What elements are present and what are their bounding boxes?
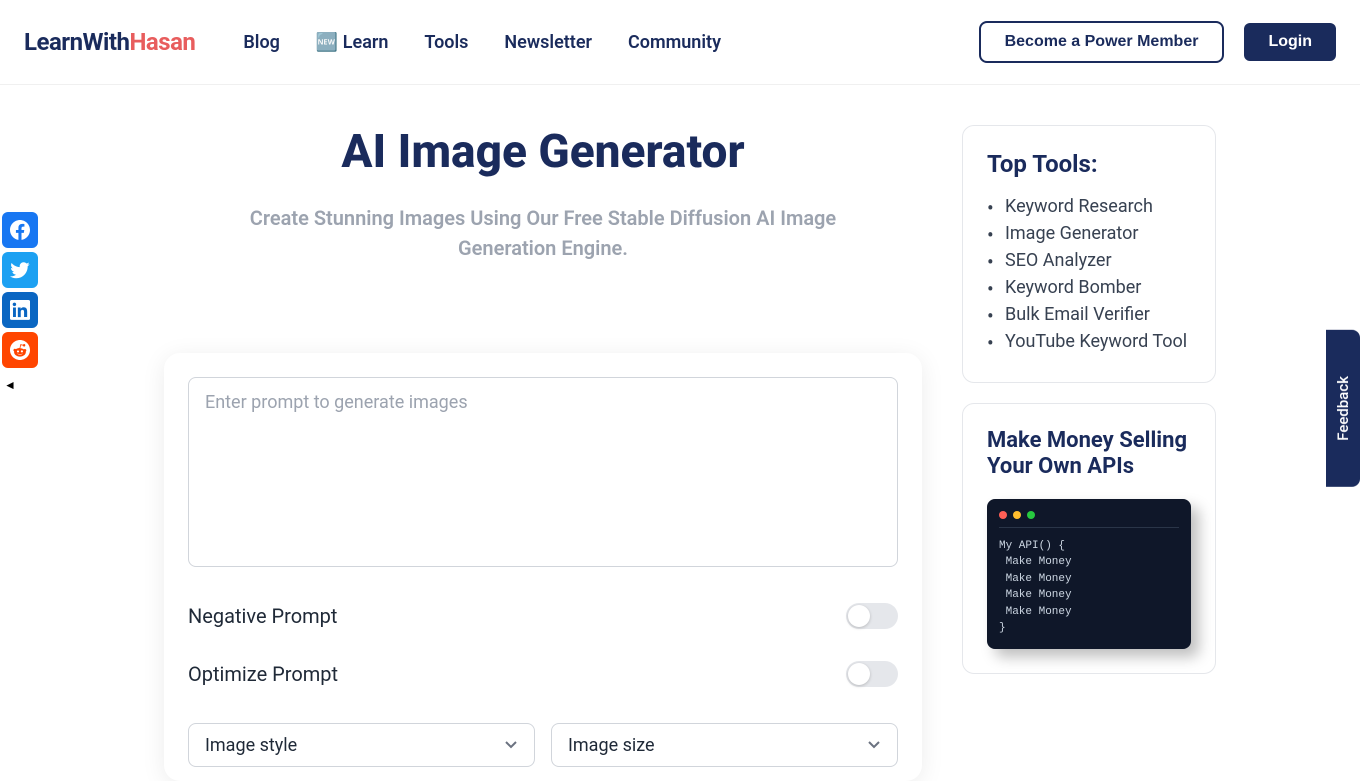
code-text: My API() { Make Money Make Money Make Mo… — [999, 538, 1179, 637]
sidebar: Top Tools: Keyword Research Image Genera… — [962, 125, 1216, 781]
nav-blog[interactable]: Blog — [243, 32, 280, 53]
share-reddit-button[interactable] — [2, 332, 38, 368]
top-tools-title: Top Tools: — [987, 150, 1191, 178]
page-title: AI Image Generator — [164, 125, 922, 179]
promo-title: Make Money Selling Your Own APIs — [987, 428, 1191, 481]
nav-tools[interactable]: Tools — [424, 32, 468, 53]
social-share-bar: ◄ — [2, 212, 38, 392]
tool-list: Keyword Research Image Generator SEO Ana… — [987, 196, 1191, 352]
tool-item-keyword-bomber[interactable]: Keyword Bomber — [1005, 277, 1191, 298]
toggle-knob — [848, 663, 870, 685]
toggle-knob — [848, 605, 870, 627]
negative-prompt-label: Negative Prompt — [188, 604, 337, 628]
tool-item-seo-analyzer[interactable]: SEO Analyzer — [1005, 250, 1191, 271]
share-facebook-button[interactable] — [2, 212, 38, 248]
linkedin-icon — [10, 300, 30, 320]
code-block: My API() { Make Money Make Money Make Mo… — [987, 499, 1191, 649]
login-button[interactable]: Login — [1244, 23, 1336, 61]
nav-community[interactable]: Community — [628, 32, 721, 53]
logo[interactable]: LearnWithHasan — [24, 28, 195, 56]
dot-red-icon — [999, 511, 1007, 519]
become-member-button[interactable]: Become a Power Member — [979, 21, 1225, 63]
logo-part2: Hasan — [129, 28, 195, 56]
page-subtitle: Create Stunning Images Using Our Free St… — [243, 203, 843, 263]
facebook-icon — [10, 220, 30, 240]
image-size-label: Image size — [568, 735, 655, 756]
tool-item-keyword-research[interactable]: Keyword Research — [1005, 196, 1191, 217]
content: AI Image Generator Create Stunning Image… — [0, 85, 1360, 781]
logo-part1: LearnWith — [24, 28, 129, 56]
select-row: Image style Image size — [188, 723, 898, 767]
negative-prompt-row: Negative Prompt — [188, 603, 898, 629]
dot-green-icon — [1027, 511, 1035, 519]
tool-item-youtube-keyword[interactable]: YouTube Keyword Tool — [1005, 331, 1191, 352]
share-linkedin-button[interactable] — [2, 292, 38, 328]
window-dots — [999, 511, 1179, 528]
dot-yellow-icon — [1013, 511, 1021, 519]
top-tools-card: Top Tools: Keyword Research Image Genera… — [962, 125, 1216, 383]
header-actions: Become a Power Member Login — [979, 21, 1336, 63]
prompt-input[interactable] — [188, 377, 898, 567]
promo-card[interactable]: Make Money Selling Your Own APIs My API(… — [962, 403, 1216, 674]
generator-card: Negative Prompt Optimize Prompt Image st… — [164, 353, 922, 781]
tool-item-bulk-email[interactable]: Bulk Email Verifier — [1005, 304, 1191, 325]
image-style-label: Image style — [205, 735, 297, 756]
image-style-select[interactable]: Image style — [188, 723, 535, 767]
main-nav: Blog 🆕 Learn Tools Newsletter Community — [243, 32, 721, 53]
chevron-down-icon — [504, 741, 518, 749]
hide-share-bar[interactable]: ◄ — [2, 378, 38, 392]
feedback-tab[interactable]: Feedback — [1326, 330, 1360, 487]
negative-prompt-toggle[interactable] — [846, 603, 898, 629]
optimize-prompt-row: Optimize Prompt — [188, 661, 898, 687]
image-size-select[interactable]: Image size — [551, 723, 898, 767]
nav-learn[interactable]: 🆕 Learn — [316, 32, 389, 53]
main: AI Image Generator Create Stunning Image… — [164, 125, 922, 781]
header: LearnWithHasan Blog 🆕 Learn Tools Newsle… — [0, 0, 1360, 85]
share-twitter-button[interactable] — [2, 252, 38, 288]
nav-newsletter[interactable]: Newsletter — [504, 32, 592, 53]
optimize-prompt-toggle[interactable] — [846, 661, 898, 687]
optimize-prompt-label: Optimize Prompt — [188, 662, 338, 686]
reddit-icon — [10, 340, 30, 360]
chevron-down-icon — [867, 741, 881, 749]
twitter-icon — [10, 260, 30, 280]
tool-item-image-generator[interactable]: Image Generator — [1005, 223, 1191, 244]
